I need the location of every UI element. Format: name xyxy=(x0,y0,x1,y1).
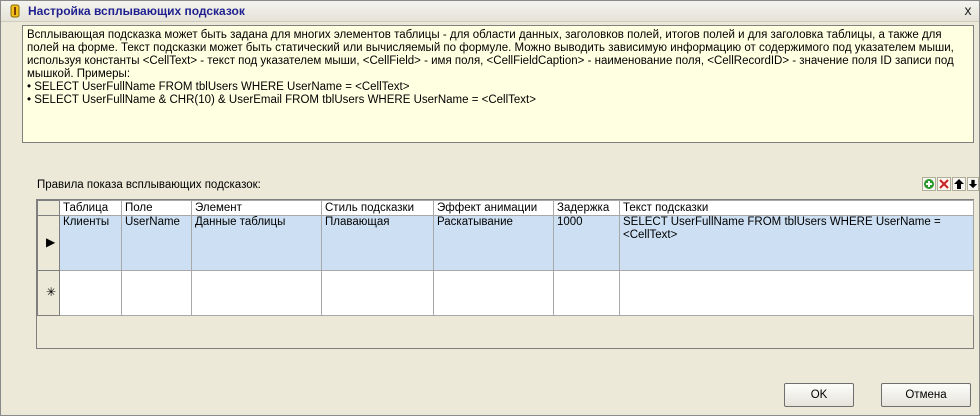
cell-field[interactable]: UserName xyxy=(121,215,192,271)
table-row[interactable]: ▶ Клиенты UserName Данные таблицы Плаваю… xyxy=(37,215,974,271)
current-row-icon: ▶ xyxy=(46,235,56,249)
rules-grid[interactable]: Таблица Поле Элемент Стиль подсказки Эфф… xyxy=(36,199,974,349)
grid-header-row: Таблица Поле Элемент Стиль подсказки Эфф… xyxy=(37,200,974,216)
info-panel: Всплывающая подсказка может быть задана … xyxy=(22,25,974,143)
info-text: Всплывающая подсказка может быть задана … xyxy=(27,29,954,80)
cancel-button[interactable]: Отмена xyxy=(881,383,971,407)
row-selector[interactable]: ▶ xyxy=(37,215,60,271)
column-header-style[interactable]: Стиль подсказки xyxy=(321,200,434,216)
delete-rule-button[interactable] xyxy=(937,177,951,191)
dialog-window: Настройка всплывающих подсказок x Всплыв… xyxy=(0,0,980,416)
add-rule-button[interactable] xyxy=(922,177,936,191)
new-row[interactable]: ✳ xyxy=(37,270,974,316)
new-cell[interactable] xyxy=(619,270,974,316)
new-cell[interactable] xyxy=(59,270,122,316)
new-cell[interactable] xyxy=(321,270,434,316)
column-header-animation[interactable]: Эффект анимации xyxy=(433,200,554,216)
plus-icon xyxy=(924,179,934,189)
move-down-button[interactable] xyxy=(967,177,979,191)
cell-animation[interactable]: Раскатывание xyxy=(433,215,554,271)
info-example-1: • SELECT UserFullName FROM tblUsers WHER… xyxy=(27,81,410,93)
new-row-icon: ✳ xyxy=(46,285,57,299)
arrow-up-icon xyxy=(954,179,964,189)
new-row-selector[interactable]: ✳ xyxy=(37,270,60,316)
app-icon xyxy=(10,4,20,18)
move-up-button[interactable] xyxy=(952,177,966,191)
new-cell[interactable] xyxy=(191,270,322,316)
arrow-down-icon xyxy=(968,179,978,189)
grid-label: Правила показа всплывающих подсказок: xyxy=(37,179,261,191)
column-header-table[interactable]: Таблица xyxy=(59,200,122,216)
delete-icon xyxy=(939,179,949,189)
cell-element[interactable]: Данные таблицы xyxy=(191,215,322,271)
cell-style[interactable]: Плавающая xyxy=(321,215,434,271)
cell-table[interactable]: Клиенты xyxy=(59,215,122,271)
title-bar: Настройка всплывающих подсказок x xyxy=(1,1,979,22)
dialog-title: Настройка всплывающих подсказок xyxy=(28,4,245,18)
cell-delay[interactable]: 1000 xyxy=(553,215,620,271)
column-header-element[interactable]: Элемент xyxy=(191,200,322,216)
new-cell[interactable] xyxy=(433,270,554,316)
column-header-delay[interactable]: Задержка xyxy=(553,200,620,216)
column-header-tooltip-text[interactable]: Текст подсказки xyxy=(619,200,974,216)
row-selector-header xyxy=(37,200,60,216)
cell-tooltip-text[interactable]: SELECT UserFullName FROM tblUsers WHERE … xyxy=(619,215,974,271)
new-cell[interactable] xyxy=(121,270,192,316)
ok-button[interactable]: OK xyxy=(784,383,854,407)
column-header-field[interactable]: Поле xyxy=(121,200,192,216)
info-example-2: • SELECT UserFullName & CHR(10) & UserEm… xyxy=(27,94,536,106)
close-button[interactable]: x xyxy=(961,3,975,17)
new-cell[interactable] xyxy=(553,270,620,316)
